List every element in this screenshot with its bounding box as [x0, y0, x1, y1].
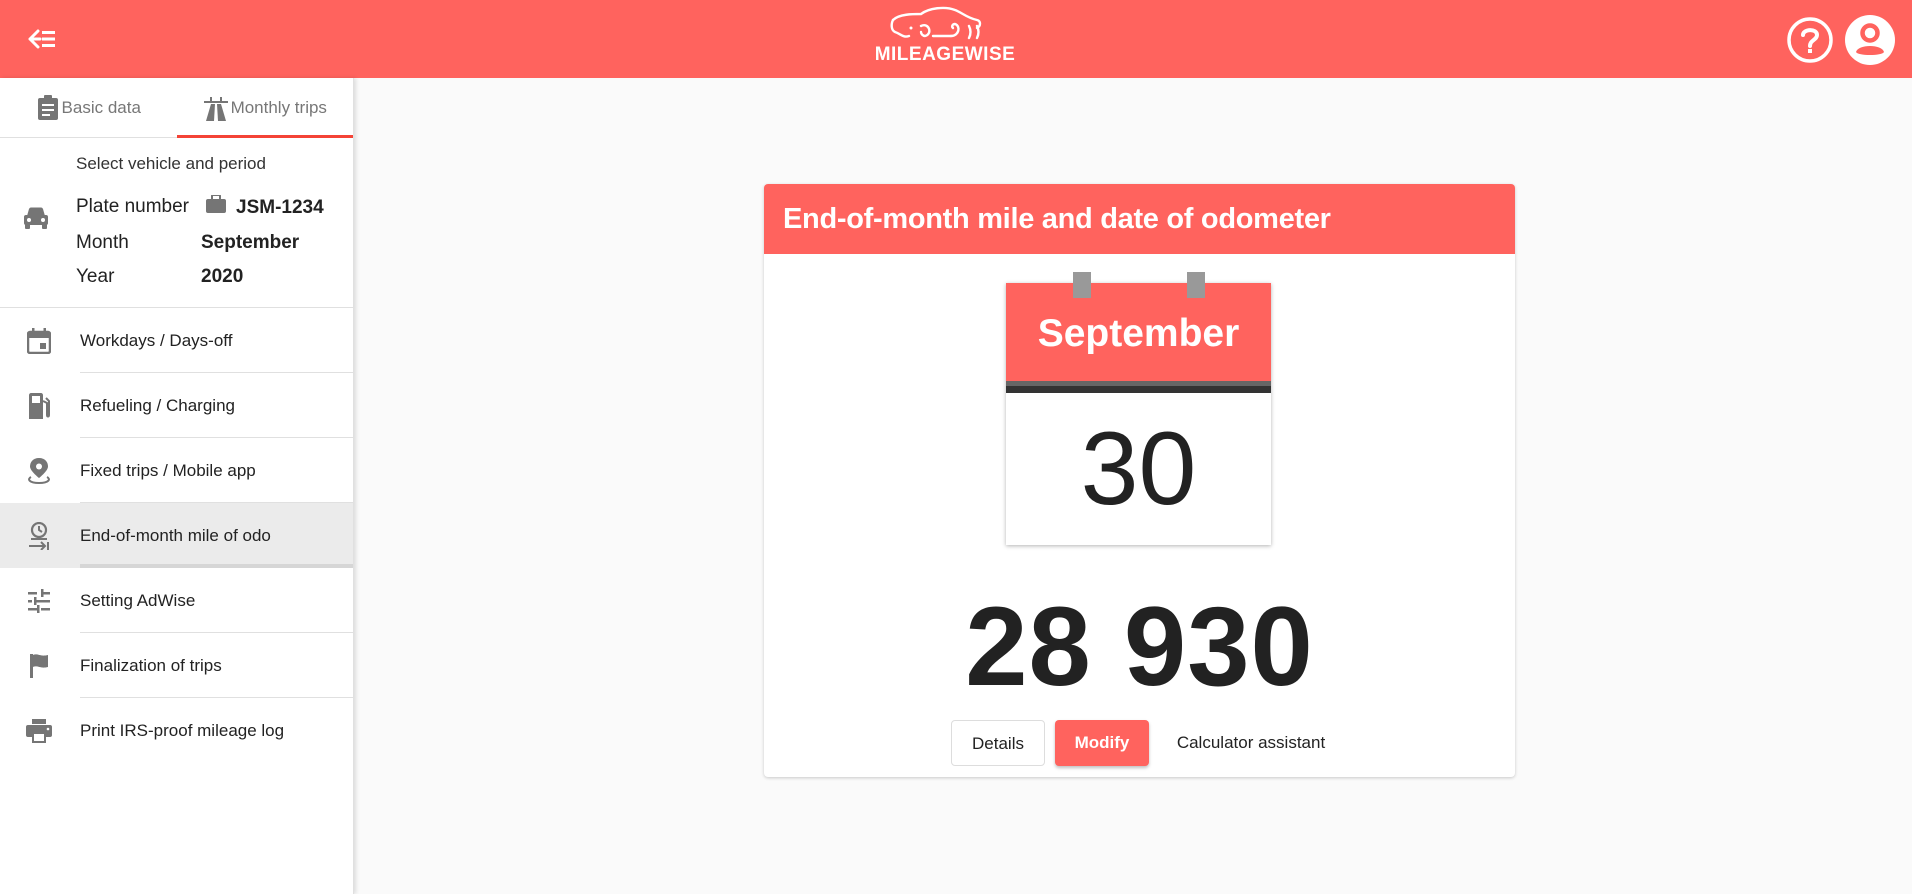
vehicle-heading: Select vehicle and period	[76, 154, 266, 173]
map-pin-icon	[26, 457, 52, 484]
calendar-month: September	[1006, 283, 1271, 381]
tab-basic-data[interactable]: Basic data	[0, 78, 177, 137]
year-label: Year	[76, 266, 115, 287]
sidebar-item-label: Finalization of trips	[80, 655, 222, 675]
calendar-divider	[1006, 381, 1271, 393]
sidebar: Basic data Monthly trips Select vehicle …	[0, 78, 354, 894]
sidebar-item-refueling[interactable]: Refueling / Charging	[0, 373, 353, 438]
details-button[interactable]: Details	[951, 720, 1045, 766]
highway-icon	[203, 96, 228, 121]
fuel-pump-icon	[26, 392, 52, 419]
car-icon	[24, 207, 48, 229]
vehicle-period-selector[interactable]: Select vehicle and period Plate number J…	[0, 138, 353, 308]
sidebar-item-label: Workdays / Days-off	[80, 330, 233, 350]
date-calendar[interactable]: September 30	[1006, 283, 1271, 545]
month-row: Month September	[76, 232, 299, 254]
sidebar-item-workdays[interactable]: Workdays / Days-off	[0, 308, 353, 373]
account-circle-icon	[1845, 15, 1895, 65]
briefcase-icon	[206, 195, 226, 213]
mileagewise-logo[interactable]: MILEAGEWISE	[870, 6, 1020, 72]
sidebar-item-finalization[interactable]: Finalization of trips	[0, 633, 353, 698]
printer-icon	[26, 718, 52, 744]
sidebar-item-label: Fixed trips / Mobile app	[80, 460, 256, 480]
sidebar-item-adwise[interactable]: Setting AdWise	[0, 568, 353, 633]
modify-button[interactable]: Modify	[1055, 720, 1149, 766]
card-actions: Details Modify Calculator assistant	[764, 720, 1515, 766]
top-app-bar: MILEAGEWISE	[0, 0, 1912, 78]
tab-monthly-trips-label: Monthly trips	[230, 97, 327, 117]
plate-row: Plate number JSM-1234	[76, 195, 324, 218]
account-button[interactable]	[1844, 14, 1896, 66]
sliders-icon	[26, 588, 52, 614]
calendar-day: 30	[1080, 411, 1197, 527]
year-value[interactable]: 2020	[201, 266, 243, 288]
logo-text: MILEAGEWISE	[874, 44, 1016, 65]
tab-monthly-trips[interactable]: Monthly trips	[176, 78, 354, 138]
clipboard-icon	[37, 94, 58, 120]
flag-icon	[26, 653, 52, 679]
card-title: End-of-month mile and date of odometer	[764, 184, 1515, 254]
sidebar-item-label: Print IRS-proof mileage log	[80, 720, 285, 740]
odometer-card: End-of-month mile and date of odometer S…	[764, 184, 1515, 777]
sidebar-item-label: Refueling / Charging	[80, 395, 235, 415]
menu-collapse-button[interactable]	[28, 26, 58, 52]
month-label: Month	[76, 232, 129, 253]
sidebar-item-label: End-of-month mile of odo	[80, 525, 271, 545]
plate-label: Plate number	[76, 196, 190, 217]
calendar-ring-front	[1073, 272, 1091, 298]
year-row: Year 2020	[76, 266, 243, 288]
clock-arrow-icon	[26, 521, 52, 550]
calendar-icon	[26, 327, 52, 354]
sidebar-item-end-of-month-odo[interactable]: End-of-month mile of odo	[0, 503, 353, 568]
car-logo-icon	[890, 6, 982, 40]
odometer-value: 28 930	[965, 584, 1314, 709]
calendar-ring-front	[1187, 272, 1205, 298]
sidebar-tabs: Basic data Monthly trips	[0, 78, 353, 138]
sidebar-item-fixed-trips[interactable]: Fixed trips / Mobile app	[0, 438, 353, 503]
help-circle-icon	[1787, 17, 1833, 63]
plate-value[interactable]: JSM-1234	[236, 197, 324, 219]
help-button[interactable]	[1786, 16, 1834, 64]
sidebar-item-label: Setting AdWise	[80, 590, 196, 610]
calculator-assistant-button[interactable]: Calculator assistant	[1161, 720, 1341, 766]
menu-open-icon	[28, 29, 55, 49]
month-value[interactable]: September	[201, 232, 299, 254]
sidebar-item-print-log[interactable]: Print IRS-proof mileage log	[0, 698, 353, 763]
tab-basic-data-label: Basic data	[61, 97, 141, 117]
